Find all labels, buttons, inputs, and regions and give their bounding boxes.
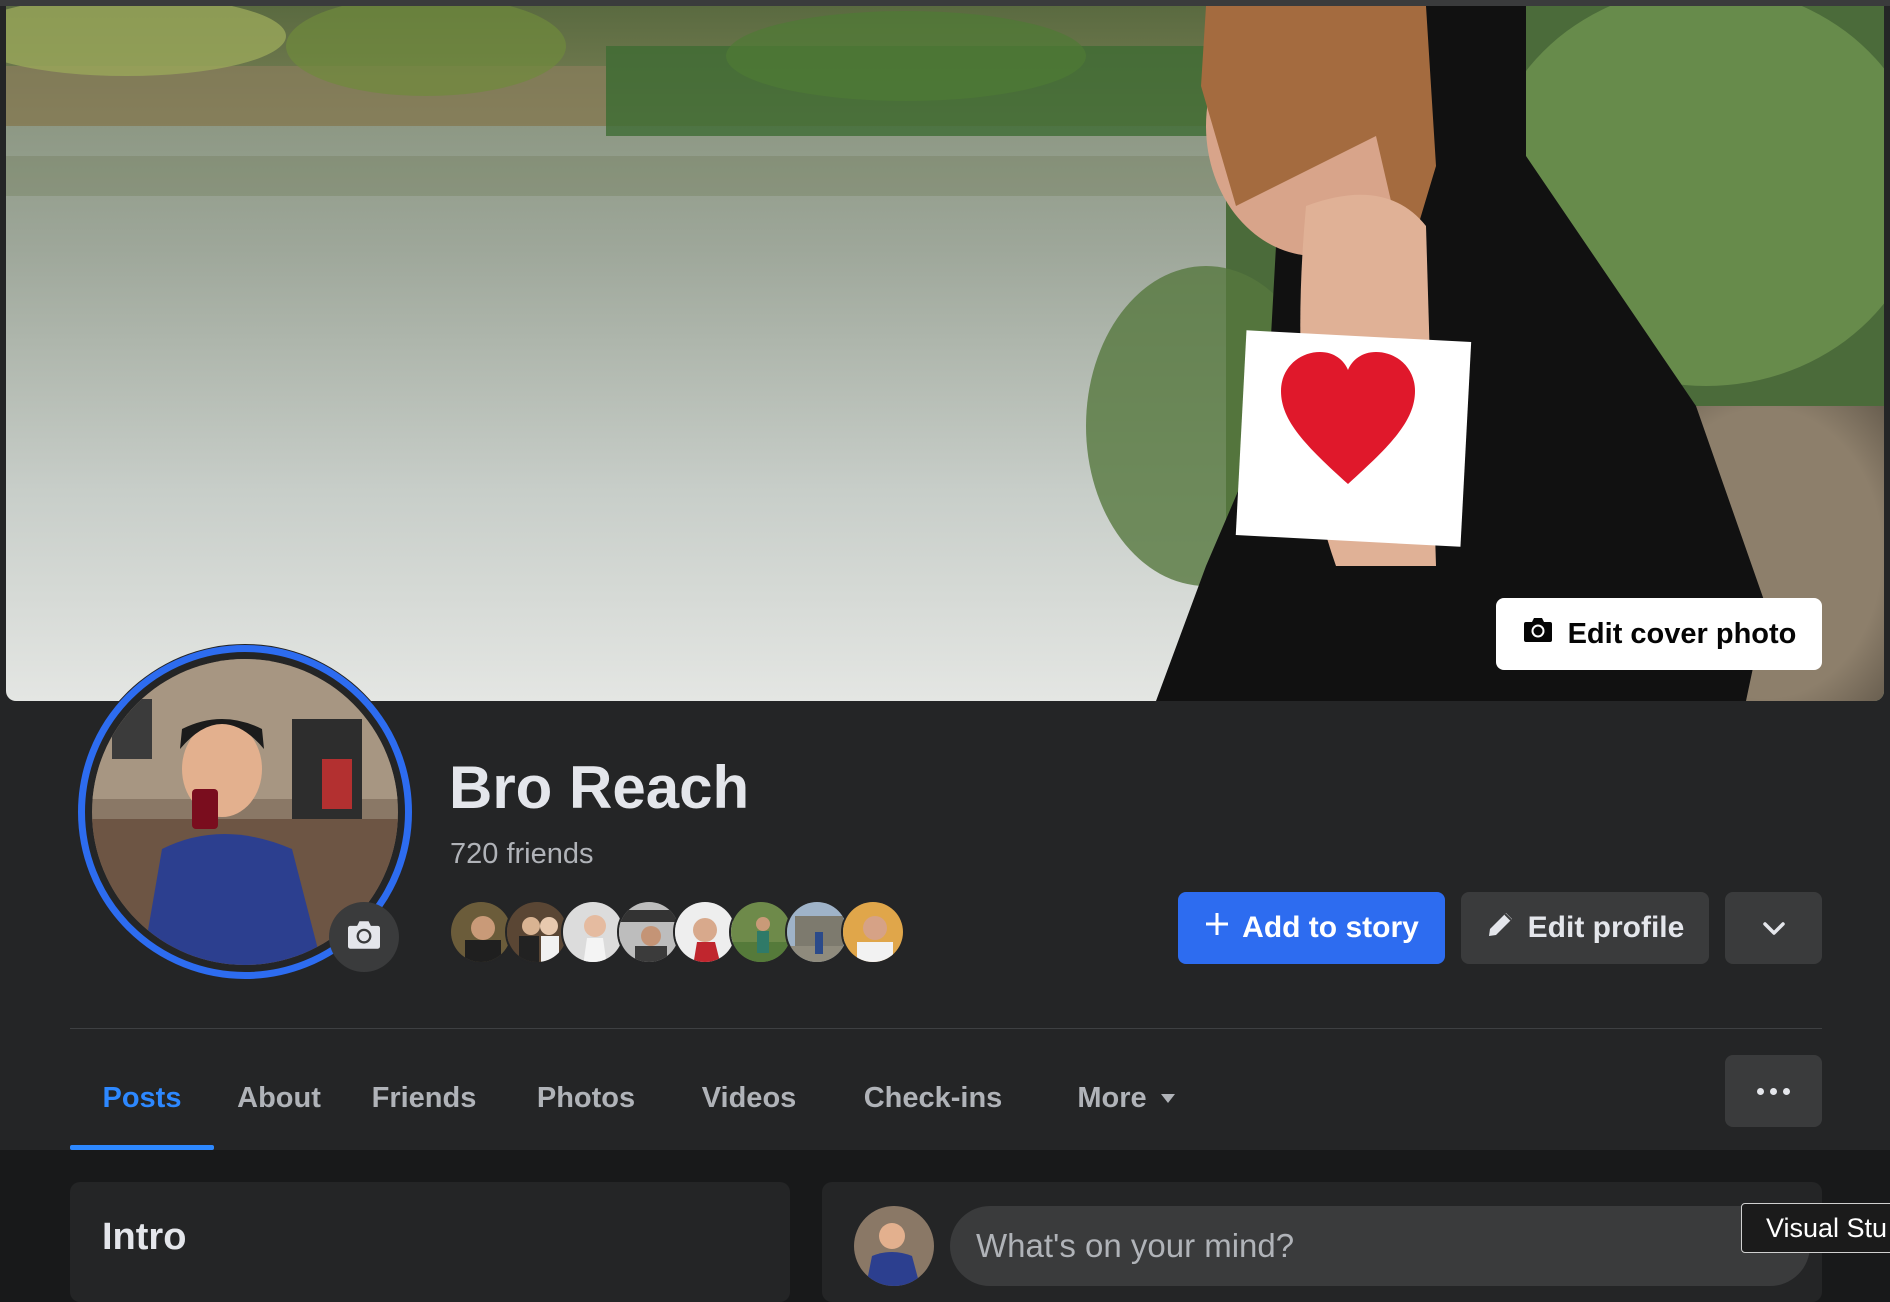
tab-label: About — [237, 1081, 321, 1114]
edit-cover-photo-label: Edit cover photo — [1567, 617, 1797, 650]
tab-label: Photos — [536, 1081, 636, 1114]
profile-options-button[interactable] — [1725, 1055, 1822, 1127]
friend-avatar[interactable] — [617, 900, 681, 964]
profile-tabs: Posts About Friends Photos Videos Check-… — [70, 1046, 1670, 1150]
camera-icon — [345, 919, 383, 956]
header-divider — [70, 1028, 1822, 1029]
tab-photos[interactable]: Photos — [504, 1046, 668, 1150]
camera-icon — [1522, 616, 1554, 652]
friend-avatar[interactable] — [785, 900, 849, 964]
tab-about[interactable]: About — [214, 1046, 344, 1150]
cover-photo[interactable] — [6, 6, 1884, 701]
tooltip: Visual Stu — [1741, 1203, 1890, 1253]
edit-profile-label: Edit profile — [1527, 911, 1685, 944]
friend-avatar[interactable] — [449, 900, 513, 964]
composer-placeholder: What's on your mind? — [976, 1227, 1295, 1264]
tab-friends[interactable]: Friends — [344, 1046, 504, 1150]
intro-card: Intro — [70, 1182, 790, 1302]
composer-avatar[interactable] — [854, 1206, 934, 1286]
friend-avatar[interactable] — [729, 900, 793, 964]
ellipsis-icon — [1757, 1087, 1790, 1095]
friend-avatar[interactable] — [561, 900, 625, 964]
friend-avatars-row — [449, 900, 909, 964]
tooltip-text: Visual Stu — [1766, 1212, 1888, 1243]
tab-check-ins[interactable]: Check-ins — [830, 1046, 1036, 1150]
intro-title: Intro — [102, 1216, 187, 1258]
friends-count-link[interactable]: 720 friends — [450, 838, 594, 871]
pencil-icon — [1486, 909, 1516, 947]
tab-label: More — [1077, 1081, 1147, 1114]
tab-label: Check-ins — [863, 1081, 1003, 1114]
caret-down-icon — [1160, 1093, 1175, 1103]
edit-profile-button[interactable]: Edit profile — [1461, 892, 1709, 964]
friend-avatar[interactable] — [505, 900, 569, 964]
chevron-down-icon — [1762, 911, 1786, 945]
tab-posts[interactable]: Posts — [70, 1046, 214, 1150]
profile-name: Bro Reach — [449, 754, 750, 821]
friend-avatar[interactable] — [673, 900, 737, 964]
whats-on-your-mind-input[interactable]: What's on your mind? — [950, 1206, 1810, 1286]
post-composer: What's on your mind? — [822, 1182, 1822, 1302]
plus-icon — [1204, 911, 1230, 945]
friend-avatar[interactable] — [841, 900, 905, 964]
tab-videos[interactable]: Videos — [668, 1046, 830, 1150]
add-to-story-button[interactable]: Add to story — [1178, 892, 1445, 964]
tab-label: Videos — [701, 1081, 797, 1114]
add-to-story-label: Add to story — [1242, 911, 1419, 944]
active-tab-indicator — [70, 1145, 214, 1150]
tab-label: Friends — [371, 1081, 477, 1114]
edit-cover-photo-button[interactable]: Edit cover photo — [1496, 598, 1822, 670]
tab-more[interactable]: More — [1036, 1046, 1216, 1150]
tab-label: Posts — [102, 1081, 182, 1114]
more-options-dropdown-button[interactable] — [1725, 892, 1822, 964]
update-profile-picture-button[interactable] — [329, 902, 399, 972]
